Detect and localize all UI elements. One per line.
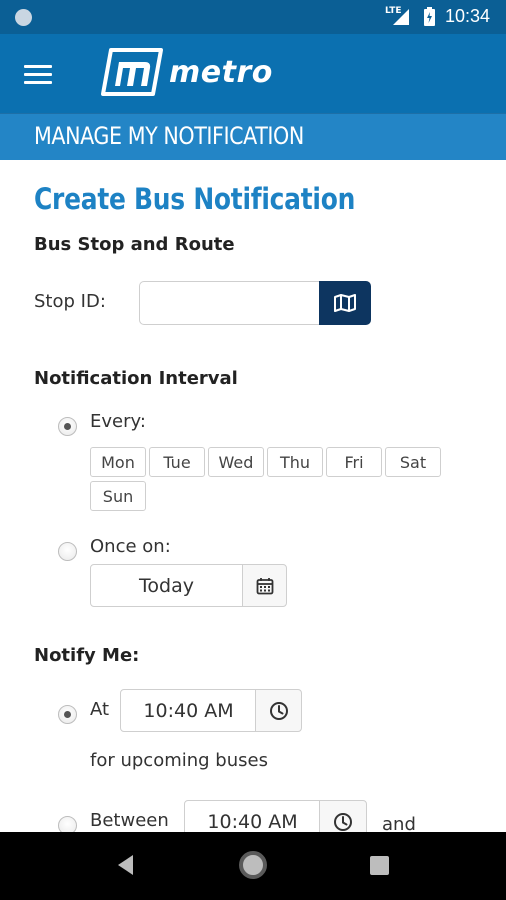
between-start-time-field[interactable]: 10:40 AM — [184, 800, 321, 832]
day-button-wed[interactable]: Wed — [208, 447, 264, 477]
every-radio[interactable] — [58, 417, 77, 436]
section-title: MANAGE MY NOTIFICATION — [34, 122, 304, 150]
day-button-fri[interactable]: Fri — [326, 447, 382, 477]
day-button-sun[interactable]: Sun — [90, 481, 146, 511]
every-label: Every: — [90, 411, 146, 432]
day-button-tue[interactable]: Tue — [149, 447, 205, 477]
map-button[interactable] — [319, 281, 371, 325]
section-header: MANAGE MY NOTIFICATION — [0, 113, 506, 160]
day-button-thu[interactable]: Thu — [267, 447, 323, 477]
notification-dot-icon — [15, 9, 32, 26]
signal-icon — [393, 9, 409, 25]
calendar-button[interactable] — [242, 564, 287, 607]
upcoming-buses-text: for upcoming buses — [90, 750, 268, 771]
between-radio[interactable] — [58, 816, 77, 832]
hamburger-menu-icon[interactable] — [24, 65, 54, 85]
app-bar: metro — [0, 34, 506, 113]
clock-time: 10:34 — [445, 6, 491, 26]
metro-logo: metro — [101, 48, 273, 96]
map-icon — [334, 294, 356, 312]
stop-id-input[interactable] — [139, 281, 321, 325]
recents-square-icon[interactable] — [370, 856, 389, 875]
notification-interval-heading: Notification Interval — [34, 368, 238, 389]
once-radio[interactable] — [58, 542, 77, 561]
clock-icon — [334, 812, 352, 831]
notify-me-heading: Notify Me: — [34, 645, 140, 666]
day-button-sat[interactable]: Sat — [385, 447, 441, 477]
metro-logo-mark-icon — [101, 48, 163, 96]
at-time-picker-button[interactable] — [255, 689, 302, 732]
calendar-icon — [256, 577, 273, 594]
brand-name: metro — [169, 54, 273, 90]
between-time-picker-button[interactable] — [319, 800, 367, 832]
at-radio[interactable] — [58, 705, 77, 724]
and-label: and — [382, 814, 416, 832]
status-bar: LTE 10:34 — [0, 0, 506, 34]
between-label: Between — [90, 810, 169, 831]
clock-icon — [269, 701, 288, 720]
stop-id-label: Stop ID: — [34, 291, 106, 312]
page-title: Create Bus Notification — [34, 182, 356, 216]
notification-form: Create Bus Notification Bus Stop and Rou… — [0, 160, 506, 832]
at-label: At — [90, 699, 110, 720]
battery-icon — [424, 7, 435, 26]
once-label: Once on: — [90, 536, 171, 557]
system-nav-bar — [0, 832, 506, 900]
once-date-field[interactable]: Today — [90, 564, 243, 607]
bus-stop-route-heading: Bus Stop and Route — [34, 234, 235, 255]
back-triangle-icon[interactable] — [117, 854, 135, 876]
screen: LTE 10:34 metro MANAGE MY NOTIFICATION C… — [0, 0, 506, 900]
home-circle-icon[interactable] — [239, 851, 267, 879]
day-button-mon[interactable]: Mon — [90, 447, 146, 477]
at-time-field[interactable]: 10:40 AM — [120, 689, 257, 732]
